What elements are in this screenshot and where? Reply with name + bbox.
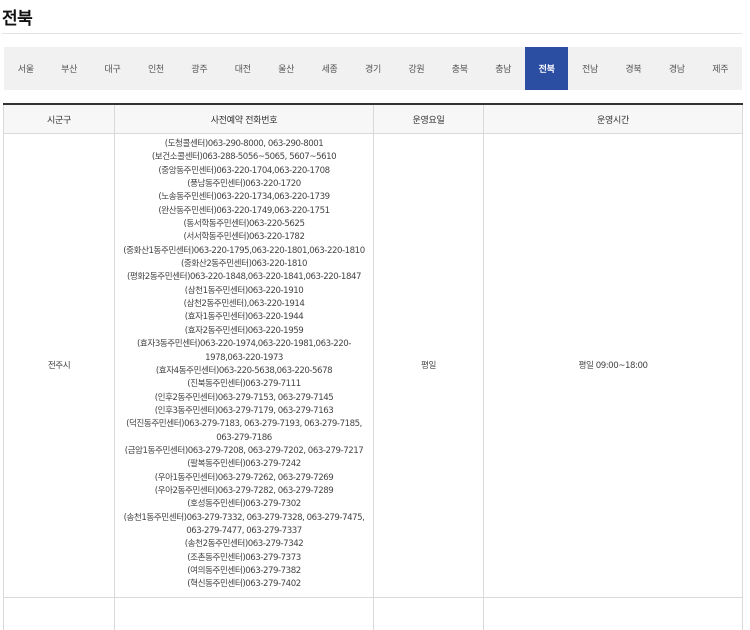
header-phone: 사전예약 전화번호 <box>114 104 374 134</box>
tab-region[interactable]: 충남 <box>481 47 524 90</box>
title-divider <box>2 33 742 34</box>
phone-list: (도청콜센터)063-290-8000, 063-290-8001 (보건소콜센터… <box>116 135 372 596</box>
phone-line: (우아1동주민센터)063-279-7262, 063-279-7269 <box>154 472 334 483</box>
phone-line: (인후2동주민센터)063-279-7153, 063-279-7145 <box>154 392 334 403</box>
tab-region[interactable]: 서울 <box>4 47 47 90</box>
phone-line: (효자1동주민센터)063-220-1944 <box>184 312 304 323</box>
phone-cell: (도청콜센터)063-290-8000, 063-290-8001 (보건소콜센터… <box>114 133 374 598</box>
tab-region[interactable]: 대구 <box>91 47 134 90</box>
phone-line: (우아2동주민센터)063-279-7282, 063-279-7289 <box>154 485 334 496</box>
phone-line: 063-279-7186 <box>216 432 272 443</box>
tab-region[interactable]: 세종 <box>308 47 351 90</box>
phone-line: (서서학동주민센터)063-220-1782 <box>183 232 305 243</box>
phone-line: (중화산2동주민센터)063-220-1810 <box>181 259 307 270</box>
phone-line: (중앙동주민센터)063-220-1704,063-220-1708 <box>158 165 330 176</box>
tab-region[interactable]: 대전 <box>221 47 264 90</box>
phone-line: (풍남동주민센터)063-220-1720 <box>187 179 301 190</box>
phone-line: (삼천2동주민센터),063-220-1914 <box>183 299 305 310</box>
phone-line: (진북동주민센터)063-279-7111 <box>187 379 301 390</box>
region-tabs: 서울 부산 대구 인천 광주 대전 울산 세종 경기 강원 충북 충남 전북 전남 경북 경남 제주 <box>4 47 742 90</box>
phone-line: (삼천1동주민센터)063-220-1910 <box>184 285 304 296</box>
header-district: 시군구 <box>3 104 115 134</box>
tab-region[interactable]: 제주 <box>699 47 742 90</box>
tab-region[interactable]: 충북 <box>438 47 481 90</box>
phone-line: (여의동주민센터)063-279-7382 <box>187 566 301 576</box>
phone-line: (인후3동주민센터)063-279-7179, 063-279-7163 <box>154 405 334 416</box>
phone-line: (보건소콜센터)063-288-5056~5065, 5607~5610 <box>151 152 337 163</box>
hours-cell: 평일 09:00~18:00 <box>483 133 743 598</box>
phone-line: (도청콜센터)063-290-8000, 063-290-8001 <box>164 139 324 149</box>
header-days: 운영요일 <box>373 104 484 134</box>
phone-line: (효자3동주민센터)063-220-1974,063-220-1981,063-… <box>137 339 351 350</box>
phone-line: (동서학동주민센터)063-220-5625 <box>183 219 305 230</box>
phone-line: (효자4동주민센터)063-220-5638,063-220-5678 <box>155 365 333 376</box>
phone-line: 063-279-7477, 063-279-7337 <box>186 525 302 536</box>
phone-line: (혁신동주민센터)063-279-7402 <box>187 579 301 590</box>
page-title: 전북 <box>2 9 33 29</box>
tab-region[interactable]: 경기 <box>351 47 394 90</box>
table-header-row: 시군구 사전예약 전화번호 운영요일 운영시간 <box>3 104 743 134</box>
phone-line: (금암1동주민센터)063-279-7208, 063-279-7202, 06… <box>124 445 364 456</box>
tab-region[interactable]: 전남 <box>568 47 611 90</box>
phone-line: (효자2동주민센터)063-220-1959 <box>184 325 304 336</box>
header-hours: 운영시간 <box>483 104 743 134</box>
table-row-next <box>3 596 743 630</box>
tab-region[interactable]: 경북 <box>612 47 655 90</box>
reservation-table: 시군구 사전예약 전화번호 운영요일 운영시간 전주시 (도청콜센터)063-2… <box>3 103 743 630</box>
phone-line: (조촌동주민센터)063-279-7373 <box>187 552 301 563</box>
days-cell: 평일 <box>373 133 484 598</box>
tab-region[interactable]: 울산 <box>264 47 307 90</box>
phone-line: (팔복동주민센터)063-279-7242 <box>187 459 301 470</box>
phone-line: 1978,063-220-1973 <box>205 352 283 363</box>
tab-region[interactable]: 부산 <box>47 47 90 90</box>
tab-region[interactable]: 인천 <box>134 47 177 90</box>
tab-region[interactable]: 강원 <box>395 47 438 90</box>
phone-line: (완산동주민센터)063-220-1749,063-220-1751 <box>158 205 330 216</box>
phone-line: (송천1동주민센터)063-279-7332, 063-279-7328, 06… <box>123 512 365 523</box>
phone-line: (평화2동주민센터)063-220-1848,063-220-1841,063-… <box>126 272 361 283</box>
district-cell: 전주시 <box>3 133 115 598</box>
phone-line: (송천2동주민센터)063-279-7342 <box>184 539 304 550</box>
tab-region[interactable]: 광주 <box>178 47 221 90</box>
phone-line: (호성동주민센터)063-279-7302 <box>187 499 301 510</box>
table-row: 전주시 (도청콜센터)063-290-8000, 063-290-8001 (보건… <box>3 133 743 598</box>
phone-line: (노송동주민센터)063-220-1734,063-220-1739 <box>158 192 330 203</box>
tab-region[interactable]: 전북 <box>524 47 569 90</box>
phone-line: (덕진동주민센터)063-279-7183, 063-279-7193, 063… <box>126 419 362 430</box>
phone-line: (중화산1동주민센터)063-220-1795,063-220-1801,063… <box>123 245 365 256</box>
tab-region[interactable]: 경남 <box>655 47 698 90</box>
